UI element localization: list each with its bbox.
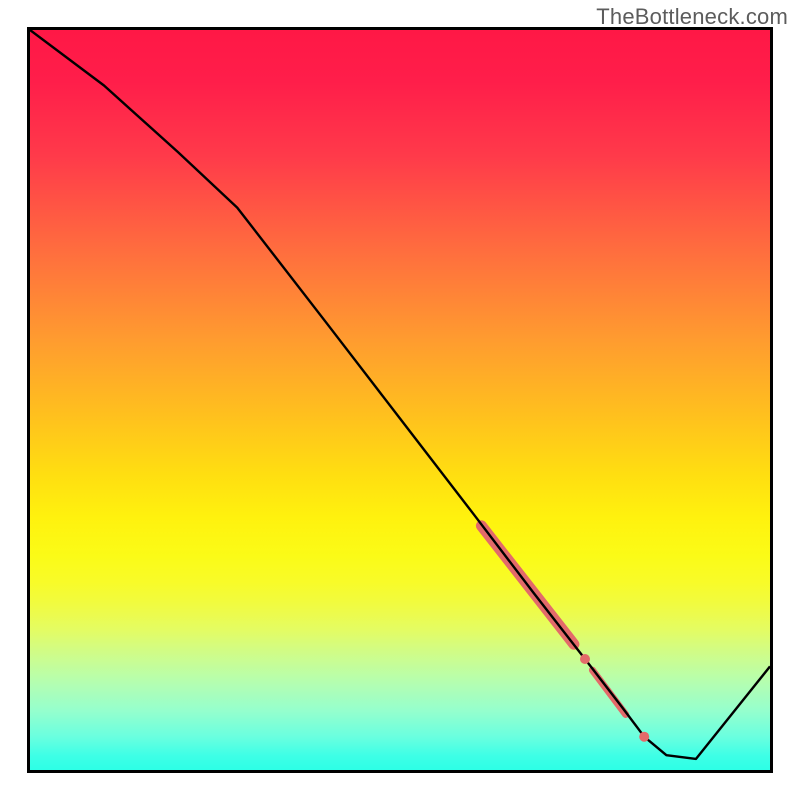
- chart-svg: [30, 30, 770, 770]
- watermark-label: TheBottleneck.com: [596, 4, 788, 30]
- highlight-point-1: [639, 732, 649, 742]
- chart-container: TheBottleneck.com: [0, 0, 800, 800]
- plot-area: [27, 27, 773, 773]
- curve-layer: [30, 30, 770, 759]
- series-bottleneck-curve: [30, 30, 770, 759]
- highlight-point-0: [580, 654, 590, 664]
